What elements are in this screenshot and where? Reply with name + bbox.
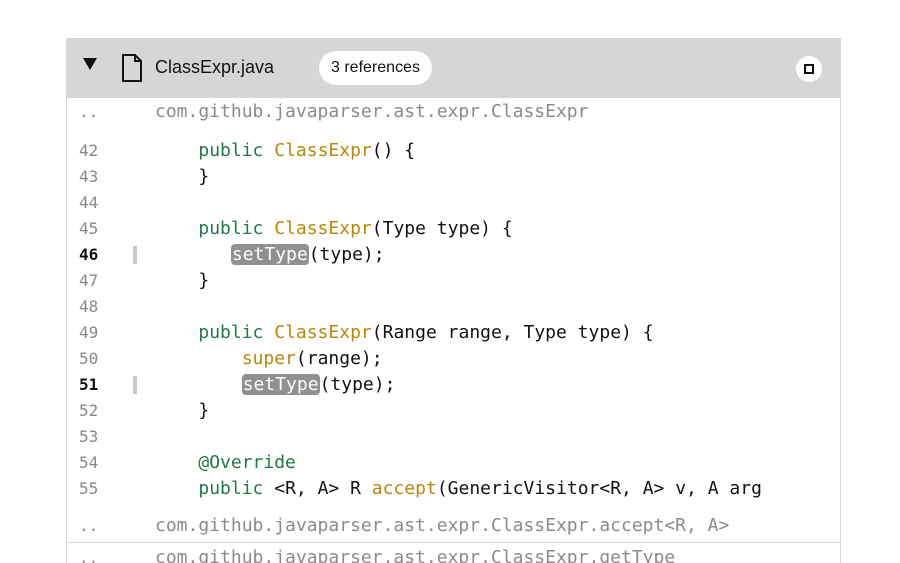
code-rest: }	[198, 400, 210, 421]
line-number: 46	[79, 245, 99, 264]
annotation: @Override	[198, 452, 296, 473]
keyword: public	[198, 478, 264, 499]
collapse-button[interactable]	[796, 56, 822, 82]
ellipsis-gutter: ..	[79, 102, 99, 121]
line-number: 51	[79, 375, 99, 394]
square-icon	[804, 64, 814, 74]
context-path-row[interactable]: .. com.github.javaparser.ast.expr.ClassE…	[67, 99, 840, 125]
code-line[interactable]: 54 @Override	[67, 450, 840, 476]
context-path-row[interactable]: .. com.github.javaparser.ast.expr.ClassE…	[67, 513, 840, 539]
code-line[interactable]: 53	[67, 424, 840, 450]
code-rest: (type);	[308, 244, 385, 265]
code-rest: (type);	[319, 374, 396, 395]
code-text: @Override	[155, 450, 296, 476]
line-number: 43	[79, 167, 99, 186]
code-rest: (Type type) {	[371, 218, 513, 239]
file-icon	[122, 54, 142, 82]
references-panel: ClassExpr.java 3 references .. com.githu…	[66, 38, 841, 563]
keyword: public	[198, 322, 264, 343]
line-number: 45	[79, 219, 99, 238]
reference-marker	[133, 376, 137, 394]
section-divider	[67, 542, 840, 543]
keyword: public	[198, 218, 264, 239]
super-keyword: super	[241, 348, 296, 369]
context-path: com.github.javaparser.ast.expr.ClassExpr	[155, 101, 589, 122]
line-number: 54	[79, 453, 99, 472]
code-line[interactable]: 42 public ClassExpr() {	[67, 138, 840, 164]
keyword: public	[198, 140, 264, 161]
references-count-badge: 3 references	[319, 51, 432, 85]
method-name: ClassExpr	[274, 140, 372, 161]
line-number: 50	[79, 349, 99, 368]
context-path: com.github.javaparser.ast.expr.ClassExpr…	[155, 547, 676, 563]
code-text: }	[155, 398, 209, 424]
line-number: 49	[79, 323, 99, 342]
line-number: 47	[79, 271, 99, 290]
code-text: public ClassExpr(Type type) {	[155, 216, 513, 242]
ellipsis-gutter: ..	[79, 516, 99, 535]
code-line[interactable]: 43 }	[67, 164, 840, 190]
code-text: setType(type);	[155, 372, 395, 398]
line-number: 55	[79, 479, 99, 498]
code-line-reference[interactable]: 46 setType(type);	[67, 242, 840, 268]
triangle-down-icon[interactable]	[83, 58, 97, 70]
code-text: public ClassExpr() {	[155, 138, 415, 164]
method-name: ClassExpr	[274, 218, 372, 239]
method-name: ClassExpr	[274, 322, 372, 343]
code-rest: }	[198, 270, 210, 291]
code-line[interactable]: 50 super(range);	[67, 346, 840, 372]
code-line[interactable]: 55 public <R, A> R accept(GenericVisitor…	[67, 476, 840, 502]
code-line[interactable]: 44	[67, 190, 840, 216]
line-number: 44	[79, 193, 99, 212]
method-name: accept	[371, 478, 437, 499]
code-text: public <R, A> R accept(GenericVisitor<R,…	[155, 476, 762, 502]
line-number: 52	[79, 401, 99, 420]
code-line[interactable]: 47 }	[67, 268, 840, 294]
context-path-row[interactable]: .. com.github.javaparser.ast.expr.ClassE…	[67, 545, 840, 563]
code-line[interactable]: 45 public ClassExpr(Type type) {	[67, 216, 840, 242]
line-number: 48	[79, 297, 99, 316]
reference-header: ClassExpr.java 3 references	[67, 38, 840, 98]
code-rest: () {	[371, 140, 416, 161]
code-line[interactable]: 49 public ClassExpr(Range range, Type ty…	[67, 320, 840, 346]
code-line[interactable]: 52 }	[67, 398, 840, 424]
code-pre: <R, A> R	[274, 478, 372, 499]
reference-marker	[133, 246, 137, 264]
code-rest: (range);	[295, 348, 383, 369]
code-text: public ClassExpr(Range range, Type type)…	[155, 320, 654, 346]
line-number: 53	[79, 427, 99, 446]
code-line[interactable]: 48	[67, 294, 840, 320]
line-number: 42	[79, 141, 99, 160]
file-name[interactable]: ClassExpr.java	[155, 57, 274, 78]
context-path: com.github.javaparser.ast.expr.ClassExpr…	[155, 515, 730, 536]
code-line-reference[interactable]: 51 setType(type);	[67, 372, 840, 398]
reference-highlight[interactable]: setType	[230, 244, 309, 265]
code-text: }	[155, 164, 209, 190]
code-text: }	[155, 268, 209, 294]
ellipsis-gutter: ..	[79, 548, 99, 563]
code-text: super(range);	[155, 346, 383, 372]
code-rest: }	[198, 166, 210, 187]
code-rest: (Range range, Type type) {	[371, 322, 654, 343]
code-rest: (GenericVisitor<R, A> v, A arg	[436, 478, 762, 499]
code-text: setType(type);	[155, 242, 385, 268]
reference-highlight[interactable]: setType	[241, 374, 320, 395]
